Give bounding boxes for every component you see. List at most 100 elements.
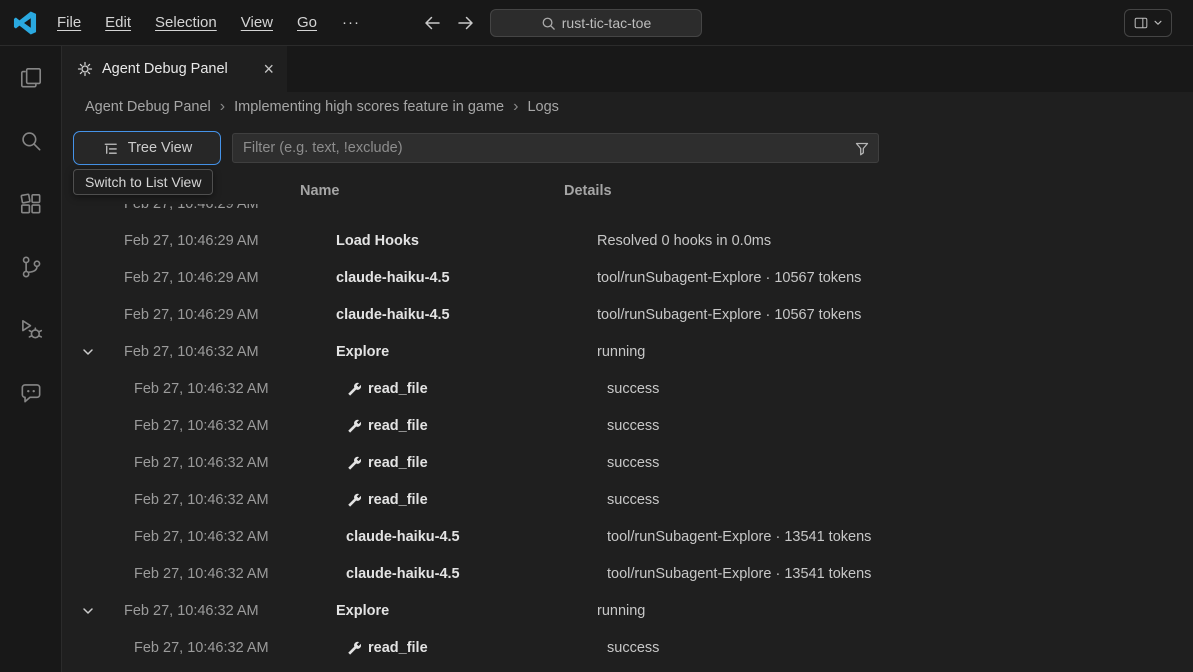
row-name: read_file [368,418,428,434]
gear-icon [77,61,93,77]
titlebar: FileEditSelectionViewGo ··· rust-tic-tac… [0,0,1193,46]
log-row[interactable]: Feb 27, 10:46:32 AM Explore running [62,333,1193,370]
forward-icon[interactable] [455,12,477,34]
sidebar-item-source-control[interactable] [0,235,62,298]
tree-view-toggle-button[interactable]: Tree View [73,131,221,165]
menu-bar: FileEditSelectionViewGo [45,0,329,46]
menu-item[interactable]: Selection [143,0,229,46]
row-time: Feb 27, 10:46:32 AM [124,566,336,582]
log-row[interactable]: Feb 27, 10:46:32 AM read_file success [62,407,1193,444]
breadcrumb-item[interactable]: Agent Debug Panel [85,99,211,115]
column-header-name: Name [300,183,340,199]
row-time: Feb 27, 10:46:32 AM [124,640,336,656]
row-name: claude-haiku-4.5 [346,529,460,545]
row-name-cell: read_file [336,492,597,508]
activity-bar [0,46,62,672]
log-row[interactable]: Feb 27, 10:46:29 AM Load Hooks Resolved … [62,222,1193,259]
row-time: Feb 27, 10:46:29 AM [124,233,336,249]
search-value: rust-tic-tac-toe [562,15,651,31]
breadcrumb: Agent Debug Panel › Implementing high scor… [62,92,1193,122]
agent-debug-panel: Tree View Switch to List View Name Detai… [62,122,1193,672]
row-name-cell: Explore [336,603,597,619]
sidebar-item-extensions[interactable] [0,172,62,235]
row-time: Feb 27, 10:46:32 AM [124,603,336,619]
breadcrumb-separator-icon: › [513,98,518,116]
source-control-icon [18,254,44,280]
layout-icon [1133,15,1149,31]
row-time: Feb 27, 10:46:32 AM [124,344,336,360]
row-name: Explore [336,344,389,360]
row-details: running [597,344,1193,360]
log-row[interactable]: Feb 27, 10:46:32 AM Explore running [62,592,1193,629]
row-time: Feb 27, 10:46:29 AM [124,204,336,212]
row-details: success [597,492,1193,508]
row-expand-chevron-icon[interactable] [76,345,124,359]
row-time: Feb 27, 10:46:32 AM [124,418,336,434]
row-name-cell: claude-haiku-4.5 [336,566,597,582]
row-details: running [597,603,1193,619]
tab-label: Agent Debug Panel [102,61,228,77]
tab-bar: Agent Debug Panel × [62,46,1193,92]
menu-item[interactable]: Go [285,0,329,46]
row-name-cell: claude-haiku-4.5 [336,529,597,545]
row-details: tool/runSubagent-Explore · 10567 tokens [597,270,1193,286]
row-details: tool/runSubagent-Explore · 13541 tokens [597,566,1193,582]
search-box[interactable]: rust-tic-tac-toe [490,9,702,37]
vscode-logo-icon [13,11,37,35]
log-row[interactable]: Feb 27, 10:46:32 AM read_file success [62,370,1193,407]
more-menu-button[interactable]: ··· [329,0,373,46]
run-debug-icon [18,317,44,343]
menu-item[interactable]: File [45,0,93,46]
row-expand-chevron-icon[interactable] [76,604,124,618]
row-time: Feb 27, 10:46:32 AM [124,529,336,545]
row-name-cell: Load Hooks [336,233,597,249]
search-icon [541,16,556,31]
breadcrumb-item[interactable]: Logs [527,99,558,115]
breadcrumb-item[interactable]: Implementing high scores feature in game [234,99,504,115]
log-row[interactable]: Feb 27, 10:46:32 AM read_file success [62,444,1193,481]
row-name-cell: read_file [336,418,597,434]
tools-icon [346,640,361,655]
row-details: tool/runSubagent-Explore · 10567 tokens [597,307,1193,323]
sidebar-item-run-debug[interactable] [0,298,62,361]
row-time: Feb 27, 10:46:32 AM [124,455,336,471]
row-name-cell: read_file [336,640,597,656]
row-time: Feb 27, 10:46:29 AM [124,307,336,323]
row-name: claude-haiku-4.5 [336,270,450,286]
row-name: read_file [368,381,428,397]
extensions-icon [18,191,44,217]
log-row[interactable]: Feb 27, 10:46:29 AM claude-haiku-4.5 too… [62,259,1193,296]
back-icon[interactable] [421,12,443,34]
chat-icon [18,380,44,406]
menu-item[interactable]: View [229,0,285,46]
row-name-cell: read_file [336,455,597,471]
tab-agent-debug-panel[interactable]: Agent Debug Panel × [62,46,287,92]
sidebar-item-chat[interactable] [0,361,62,424]
menu-item[interactable]: Edit [93,0,143,46]
tools-icon [346,455,361,470]
log-row[interactable]: Feb 27, 10:46:32 AM claude-haiku-4.5 too… [62,518,1193,555]
log-row[interactable]: Feb 27, 10:46:32 AM read_file success [62,629,1193,666]
tools-icon [346,381,361,396]
row-name-cell: Explore [336,344,597,360]
layout-control[interactable] [1124,9,1172,37]
filter-funnel-icon[interactable] [854,140,870,156]
row-name-cell: read_file [336,381,597,397]
row-name-cell: claude-haiku-4.5 [336,307,597,323]
switch-to-list-view-tooltip: Switch to List View [73,169,213,195]
log-rows: Feb 27, 10:46:29 AM Feb 27, 10:46:29 AM … [62,204,1193,672]
tree-view-icon [102,140,119,157]
sidebar-item-search[interactable] [0,109,62,172]
row-time: Feb 27, 10:46:29 AM [124,270,336,286]
row-name: claude-haiku-4.5 [346,566,460,582]
log-row[interactable]: Feb 27, 10:46:32 AM read_file success [62,481,1193,518]
log-row[interactable]: Feb 27, 10:46:29 AM claude-haiku-4.5 too… [62,296,1193,333]
chevron-down-icon [1153,18,1163,28]
log-row[interactable]: Feb 27, 10:46:29 AM [62,204,1193,222]
sidebar-item-explorer[interactable] [0,46,62,109]
filter-input[interactable] [232,133,879,163]
log-row[interactable]: Feb 27, 10:46:32 AM claude-haiku-4.5 too… [62,555,1193,592]
row-time: Feb 27, 10:46:32 AM [124,381,336,397]
close-icon[interactable]: × [263,60,274,78]
row-name: read_file [368,455,428,471]
